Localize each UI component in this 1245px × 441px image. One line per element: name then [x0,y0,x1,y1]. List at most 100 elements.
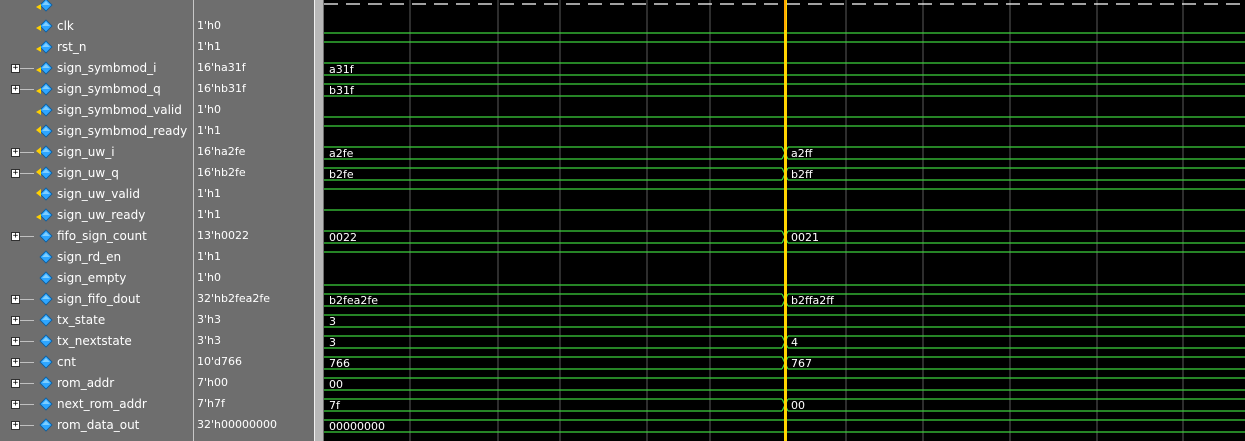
tree-connector [20,425,34,426]
signal-row[interactable]: + rom_data_out [0,415,193,436]
signal-row[interactable]: + sign_symbmod_i [0,58,193,79]
time-cursor[interactable] [784,0,787,441]
signal-name: rom_addr [57,376,115,390]
signal-value: 1'h1 [197,187,221,200]
signal-row[interactable]: sign_uw_valid [0,184,193,205]
value-row: 32'h00000000 [194,415,314,436]
value-row: 7'h7f [194,394,314,415]
plus-box-icon[interactable]: + [11,358,20,367]
signal-name: rom_data_out [57,418,140,432]
signal-value: 32'h00000000 [197,418,277,431]
diamond-signal-icon [35,250,53,264]
value-row: 16'hb31f [194,79,314,100]
signal-row[interactable]: + sign_uw_i [0,142,193,163]
waveform-canvas[interactable]: a31f b31f a2fe a2ff b2fe b2ff 0022 0021 b2fea2fe… [324,0,1245,441]
diamond-signal-icon [35,376,53,390]
signal-value: 1'h1 [197,208,221,221]
bus-value-label: 00 [329,378,343,391]
tree-connector [20,383,34,384]
value-row: 1'h0 [194,100,314,121]
value-row: 1'h0 [194,268,314,289]
value-row: 1'h1 [194,205,314,226]
bus-value-label: 7f [329,399,341,412]
plus-box-icon[interactable]: + [11,64,20,73]
signal-row[interactable]: sign_symbmod_valid [0,100,193,121]
value-row: 1'h1 [194,121,314,142]
bus-value-label: 766 [329,357,350,370]
bus-value-label: 3 [329,336,336,349]
diamond-signal-icon [35,355,53,369]
signal-value-pane: 1'h0 1'h1 16'ha31f 16'hb31f 1'h0 1'h1 16'ha2fe… [194,0,314,441]
tree-connector [20,320,34,321]
signal-row[interactable]: + sign_fifo_dout [0,289,193,310]
waveform-pane[interactable]: a31f b31f a2fe a2ff b2fe b2ff 0022 0021 b2fea2fe… [324,0,1245,441]
signal-value: 16'ha2fe [197,145,246,158]
diamond-signal-icon [35,208,53,222]
plus-box-icon[interactable]: + [11,400,20,409]
value-row: 1'h1 [194,37,314,58]
value-row: 10'd766 [194,352,314,373]
signal-value: 1'h1 [197,40,221,53]
plus-box-icon[interactable]: + [11,316,20,325]
diamond-signal-icon [35,313,53,327]
diamond-signal-icon [35,271,53,285]
plus-box-icon[interactable]: + [11,85,20,94]
tree-connector [20,152,34,153]
signal-row[interactable]: + sign_uw_q [0,163,193,184]
signal-name: rst_n [57,40,87,54]
signal-value: 7'h00 [197,376,228,389]
bus-value-label: 0022 [329,231,357,244]
signal-row[interactable]: + rom_addr [0,373,193,394]
signal-value: 7'h7f [197,397,225,410]
signal-row[interactable]: + tx_nextstate [0,331,193,352]
signal-row[interactable]: + cnt [0,352,193,373]
signal-name: tx_nextstate [57,334,132,348]
diamond-signal-icon [35,40,53,54]
value-row: 1'h0 [194,16,314,37]
signal-name: sign_uw_valid [57,187,140,201]
tree-connector [20,362,34,363]
signal-row[interactable]: clk [0,16,193,37]
signal-value: 1'h0 [197,103,221,116]
signal-row[interactable]: + tx_state [0,310,193,331]
signal-row[interactable]: sign_symbmod_ready [0,121,193,142]
signal-name: sign_uw_i [57,145,115,159]
diamond-signal-icon [35,103,53,117]
signal-row[interactable]: + next_rom_addr [0,394,193,415]
signal-row[interactable]: + fifo_sign_count [0,226,193,247]
plus-box-icon[interactable]: + [11,337,20,346]
signal-row[interactable]: + sign_symbmod_q [0,79,193,100]
value-row: 7'h00 [194,373,314,394]
signal-name: sign_rd_en [57,250,122,264]
plus-box-icon[interactable]: + [11,232,20,241]
signal-value: 10'd766 [197,355,242,368]
plus-box-icon[interactable]: + [11,169,20,178]
plus-box-icon[interactable]: + [11,421,20,430]
signal-row[interactable]: sign_uw_ready [0,205,193,226]
diamond-signal-icon [35,124,53,138]
signal-name: sign_symbmod_valid [57,103,182,117]
plus-box-icon[interactable]: + [11,295,20,304]
signal-value: 1'h1 [197,124,221,137]
signal-row[interactable]: rst_n [0,37,193,58]
value-row: 32'hb2fea2fe [194,289,314,310]
signal-name: sign_symbmod_q [57,82,161,96]
pane-splitter[interactable] [314,0,324,441]
signal-row[interactable]: sign_rd_en [0,247,193,268]
wave-window: clk rst_n + sign_symbmod_i + sign_symbmod_q si… [0,0,1245,441]
tree-connector [20,173,34,174]
bus-value-label: b2fe [329,168,354,181]
diamond-signal-icon [35,418,53,432]
bus-value-label: 3 [329,315,336,328]
signal-name: sign_empty [57,271,127,285]
signal-row[interactable] [0,0,193,16]
diamond-signal-icon [35,292,53,306]
signal-name: sign_symbmod_ready [57,124,188,138]
plus-box-icon[interactable]: + [11,148,20,157]
signal-name: sign_uw_ready [57,208,146,222]
tree-connector [20,404,34,405]
tree-connector [20,341,34,342]
plus-box-icon[interactable]: + [11,379,20,388]
bus-value-label: 0021 [791,231,819,244]
signal-row[interactable]: sign_empty [0,268,193,289]
